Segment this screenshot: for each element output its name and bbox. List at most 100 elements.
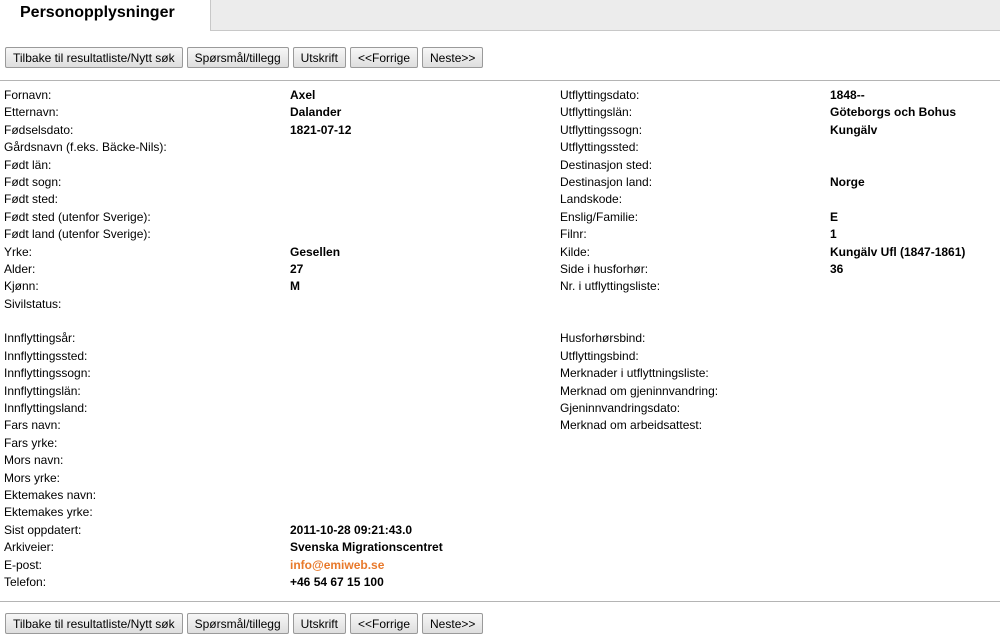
field-value: 1848-- bbox=[830, 88, 865, 102]
field-row: Merknad om gjeninnvandring: bbox=[560, 383, 1000, 400]
field-label: Utflyttingssted: bbox=[560, 140, 639, 155]
next-button[interactable]: Neste>> bbox=[422, 47, 484, 68]
field-row: Gjeninnvandringsdato: bbox=[560, 400, 1000, 417]
field-label: Arkiveier: bbox=[4, 540, 55, 555]
field-value: 1 bbox=[830, 227, 837, 242]
field-row: Sist oppdatert: 2011-10-28 09:21:43.0 bbox=[4, 522, 544, 539]
field-row: Innflyttingssogn: bbox=[4, 365, 544, 382]
field-label: Innflyttingslän: bbox=[4, 383, 81, 398]
field-label: Fødselsdato: bbox=[4, 122, 74, 137]
next-button[interactable]: Neste>> bbox=[422, 613, 484, 634]
field-value: 36 bbox=[830, 261, 844, 276]
field-row: E-post: info@emiweb.se bbox=[4, 557, 544, 574]
field-label: Innflyttingsår: bbox=[4, 331, 76, 346]
field-row: Fornavn: Axel bbox=[4, 87, 544, 104]
field-row: Innflyttingsland: bbox=[4, 400, 544, 417]
field-row: Innflyttingsår: bbox=[4, 330, 544, 347]
field-label: Innflyttingssogn: bbox=[4, 366, 91, 381]
field-label: Utflyttingsbind: bbox=[560, 348, 639, 363]
field-label: Fars navn: bbox=[4, 418, 61, 433]
field-row: Utflyttingssogn: Kungälv bbox=[560, 122, 1000, 139]
field-label: Merknad om gjeninnvandring: bbox=[560, 383, 719, 398]
person-details-right: Utflyttingsdato: 1848-- Utflyttingslän: Göt… bbox=[560, 87, 1000, 435]
question-addition-button[interactable]: Spørsmål/tillegg bbox=[186, 613, 289, 634]
field-value: +46 54 67 15 100 bbox=[290, 574, 384, 589]
field-row: Destinasjon sted: bbox=[560, 157, 1000, 174]
field-value: Gesellen bbox=[290, 244, 341, 259]
field-row bbox=[560, 296, 1000, 313]
field-label: Mors navn: bbox=[4, 453, 64, 468]
field-row: Gårdsnavn (f.eks. Bäcke-Nils): bbox=[4, 139, 544, 156]
field-label: Kjønn: bbox=[4, 279, 39, 294]
field-row: Destinasjon land: Norge bbox=[560, 174, 1000, 191]
field-row: Født län: bbox=[4, 157, 544, 174]
back-to-results-button[interactable]: Tilbake til resultatliste/Nytt søk bbox=[5, 613, 183, 634]
top-button-row: Tilbake til resultatliste/Nytt søk Spørs… bbox=[5, 47, 484, 68]
field-label: Telefon: bbox=[4, 574, 47, 589]
field-label: Filnr: bbox=[560, 227, 587, 242]
previous-button[interactable]: <<Forrige bbox=[349, 47, 419, 68]
page-title: Personopplysninger bbox=[20, 4, 175, 21]
field-label: Destinasjon land: bbox=[560, 174, 653, 189]
field-value: E bbox=[830, 209, 839, 224]
field-label: Utflyttingsdato: bbox=[560, 88, 640, 102]
field-label: Kilde: bbox=[560, 244, 591, 259]
field-row: Alder: 27 bbox=[4, 261, 544, 278]
field-row bbox=[4, 313, 544, 330]
field-label: Merknader i utflyttningsliste: bbox=[560, 366, 709, 381]
field-row: Arkiveier: Svenska Migrationscentret bbox=[4, 539, 544, 556]
field-row bbox=[560, 313, 1000, 330]
field-value: M bbox=[290, 279, 300, 294]
field-label: Fornavn: bbox=[4, 88, 52, 102]
divider-bottom bbox=[0, 601, 1000, 602]
question-addition-button[interactable]: Spørsmål/tillegg bbox=[186, 47, 289, 68]
field-label: Merknad om arbeidsattest: bbox=[560, 418, 703, 433]
previous-button[interactable]: <<Forrige bbox=[349, 613, 419, 634]
field-row: Fødselsdato: 1821-07-12 bbox=[4, 122, 544, 139]
field-value: 2011-10-28 09:21:43.0 bbox=[290, 522, 413, 537]
field-value: Kungälv Ufl (1847-1861) bbox=[830, 244, 966, 259]
field-label: Yrke: bbox=[4, 244, 33, 259]
field-row: Fars navn: bbox=[4, 417, 544, 434]
field-row: Side i husforhør: 36 bbox=[560, 261, 1000, 278]
field-row: Født sted (utenfor Sverige): bbox=[4, 209, 544, 226]
field-row: Enslig/Familie: E bbox=[560, 209, 1000, 226]
field-label: Husforhørsbind: bbox=[560, 331, 646, 346]
field-value: Göteborgs och Bohus bbox=[830, 105, 956, 120]
field-value: Axel bbox=[290, 88, 316, 102]
print-button[interactable]: Utskrift bbox=[292, 47, 346, 68]
field-value: Svenska Migrationscentret bbox=[290, 540, 443, 555]
field-label: Ektemakes yrke: bbox=[4, 505, 93, 520]
field-label: Utflyttingslän: bbox=[560, 105, 633, 120]
field-label: Ektemakes navn: bbox=[4, 487, 97, 502]
field-label: Født land (utenfor Sverige): bbox=[4, 227, 151, 242]
field-row: Etternavn: Dalander bbox=[4, 104, 544, 121]
email-link[interactable]: info@emiweb.se bbox=[290, 557, 384, 574]
field-row: Utflyttingslän: Göteborgs och Bohus bbox=[560, 104, 1000, 121]
field-row: Født sogn: bbox=[4, 174, 544, 191]
field-label: Født sted: bbox=[4, 192, 59, 207]
field-value: 27 bbox=[290, 261, 304, 276]
field-label: Innflyttingssted: bbox=[4, 348, 88, 363]
field-label: Gjeninnvandringsdato: bbox=[560, 401, 681, 416]
field-row: Utflyttingssted: bbox=[560, 139, 1000, 156]
field-row: Utflyttingsdato: 1848-- bbox=[560, 87, 1000, 104]
field-label: Enslig/Familie: bbox=[560, 209, 639, 224]
field-row: Nr. i utflyttingsliste: bbox=[560, 278, 1000, 295]
field-label: Destinasjon sted: bbox=[560, 157, 653, 172]
field-label: Fars yrke: bbox=[4, 435, 58, 450]
field-value: Norge bbox=[830, 174, 865, 189]
field-row: Yrke: Gesellen bbox=[4, 244, 544, 261]
field-row: Merknader i utflyttningsliste: bbox=[560, 365, 1000, 382]
divider-top bbox=[0, 80, 1000, 81]
person-details-left: Fornavn: Axel Etternavn: Dalander Fødselsdat… bbox=[4, 87, 544, 591]
field-label: Nr. i utflyttingsliste: bbox=[560, 279, 661, 294]
field-row: Landskode: bbox=[560, 191, 1000, 208]
field-label: Født sogn: bbox=[4, 174, 62, 189]
field-label: Sist oppdatert: bbox=[4, 522, 82, 537]
field-row: Innflyttingssted: bbox=[4, 348, 544, 365]
back-to-results-button[interactable]: Tilbake til resultatliste/Nytt søk bbox=[5, 47, 183, 68]
field-label: Alder: bbox=[4, 261, 36, 276]
tab-personopplysninger[interactable]: Personopplysninger bbox=[0, 0, 211, 31]
print-button[interactable]: Utskrift bbox=[292, 613, 346, 634]
